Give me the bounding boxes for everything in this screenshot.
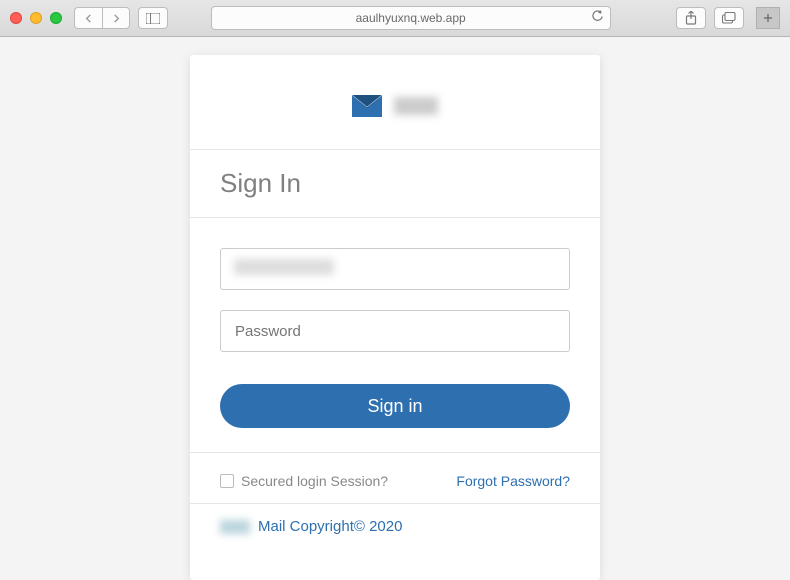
secured-session-checkbox[interactable] [220,474,234,488]
signin-title: Sign In [190,149,600,218]
minimize-window-button[interactable] [30,12,42,24]
share-button[interactable] [676,7,706,29]
new-tab-button[interactable] [756,7,780,29]
maximize-window-button[interactable] [50,12,62,24]
browser-toolbar: aaulhyuxnq.web.app [0,0,790,37]
reload-icon[interactable] [591,10,604,26]
signin-button[interactable]: Sign in [220,384,570,428]
form-footer: Secured login Session? Forgot Password? [190,452,600,503]
copyright-footer: Mail Copyright© 2020 [190,503,600,549]
mail-icon [352,95,382,117]
logo-area [190,95,600,117]
copyright-brand-redacted [220,520,250,534]
tabs-button[interactable] [714,7,744,29]
sidebar-toggle-button[interactable] [138,7,168,29]
url-text: aaulhyuxnq.web.app [356,11,466,25]
close-window-button[interactable] [10,12,22,24]
login-form: Sign in [190,218,600,448]
forgot-password-link[interactable]: Forgot Password? [456,473,570,489]
address-bar[interactable]: aaulhyuxnq.web.app [211,6,611,30]
secured-session-checkbox-wrap[interactable]: Secured login Session? [220,473,388,489]
back-button[interactable] [74,7,102,29]
password-field[interactable] [220,310,570,352]
page-content: Sign In Sign in Secured login Session? F… [0,37,790,580]
login-card: Sign In Sign in Secured login Session? F… [190,55,600,580]
copyright-text: Mail Copyright© 2020 [258,518,402,535]
email-value-redacted [234,259,334,275]
forward-button[interactable] [102,7,130,29]
logo-text-redacted [394,97,438,115]
secured-session-label: Secured login Session? [241,473,388,489]
